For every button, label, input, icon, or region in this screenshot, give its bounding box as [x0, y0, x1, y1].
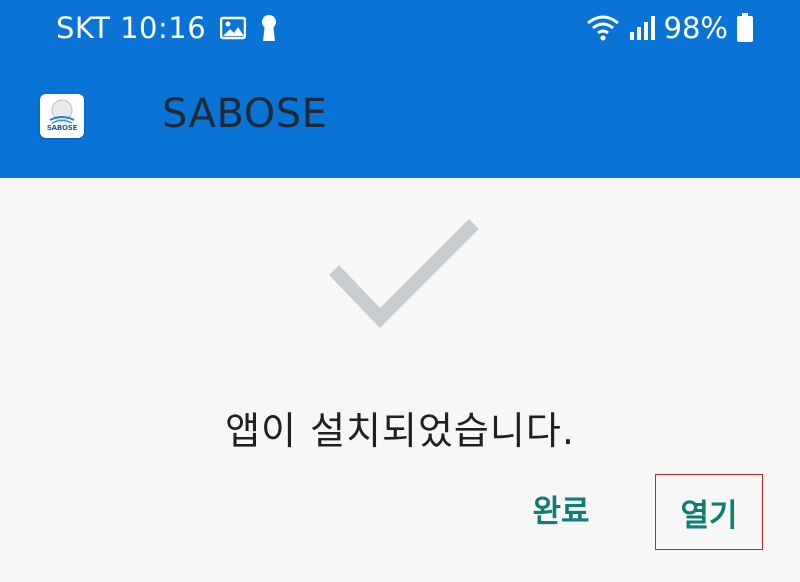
battery-percent: 98% — [663, 11, 728, 45]
app-bar: SABOSE SABOSE — [0, 58, 800, 178]
carrier-time: SKT 10:16 — [56, 11, 207, 45]
wifi-icon — [586, 14, 620, 42]
signal-icon — [628, 14, 656, 42]
open-button[interactable]: 열기 — [655, 474, 763, 550]
keyhole-icon — [260, 14, 278, 42]
battery-icon — [736, 13, 754, 43]
install-message: 앱이 설치되었습니다. — [225, 409, 575, 453]
app-logo: SABOSE — [40, 94, 84, 138]
install-complete-panel: 앱이 설치되었습니다. 완료 열기 — [0, 178, 800, 582]
done-button[interactable]: 완료 — [524, 486, 598, 530]
app-logo-text: SABOSE — [46, 124, 78, 132]
page-title: SABOSE — [162, 91, 328, 137]
check-icon — [328, 219, 479, 329]
gallery-icon — [220, 16, 247, 40]
status-right: 98% — [586, 8, 754, 48]
status-left: SKT 10:16 — [56, 8, 278, 48]
status-bar: SKT 10:16 98% — [0, 0, 800, 58]
